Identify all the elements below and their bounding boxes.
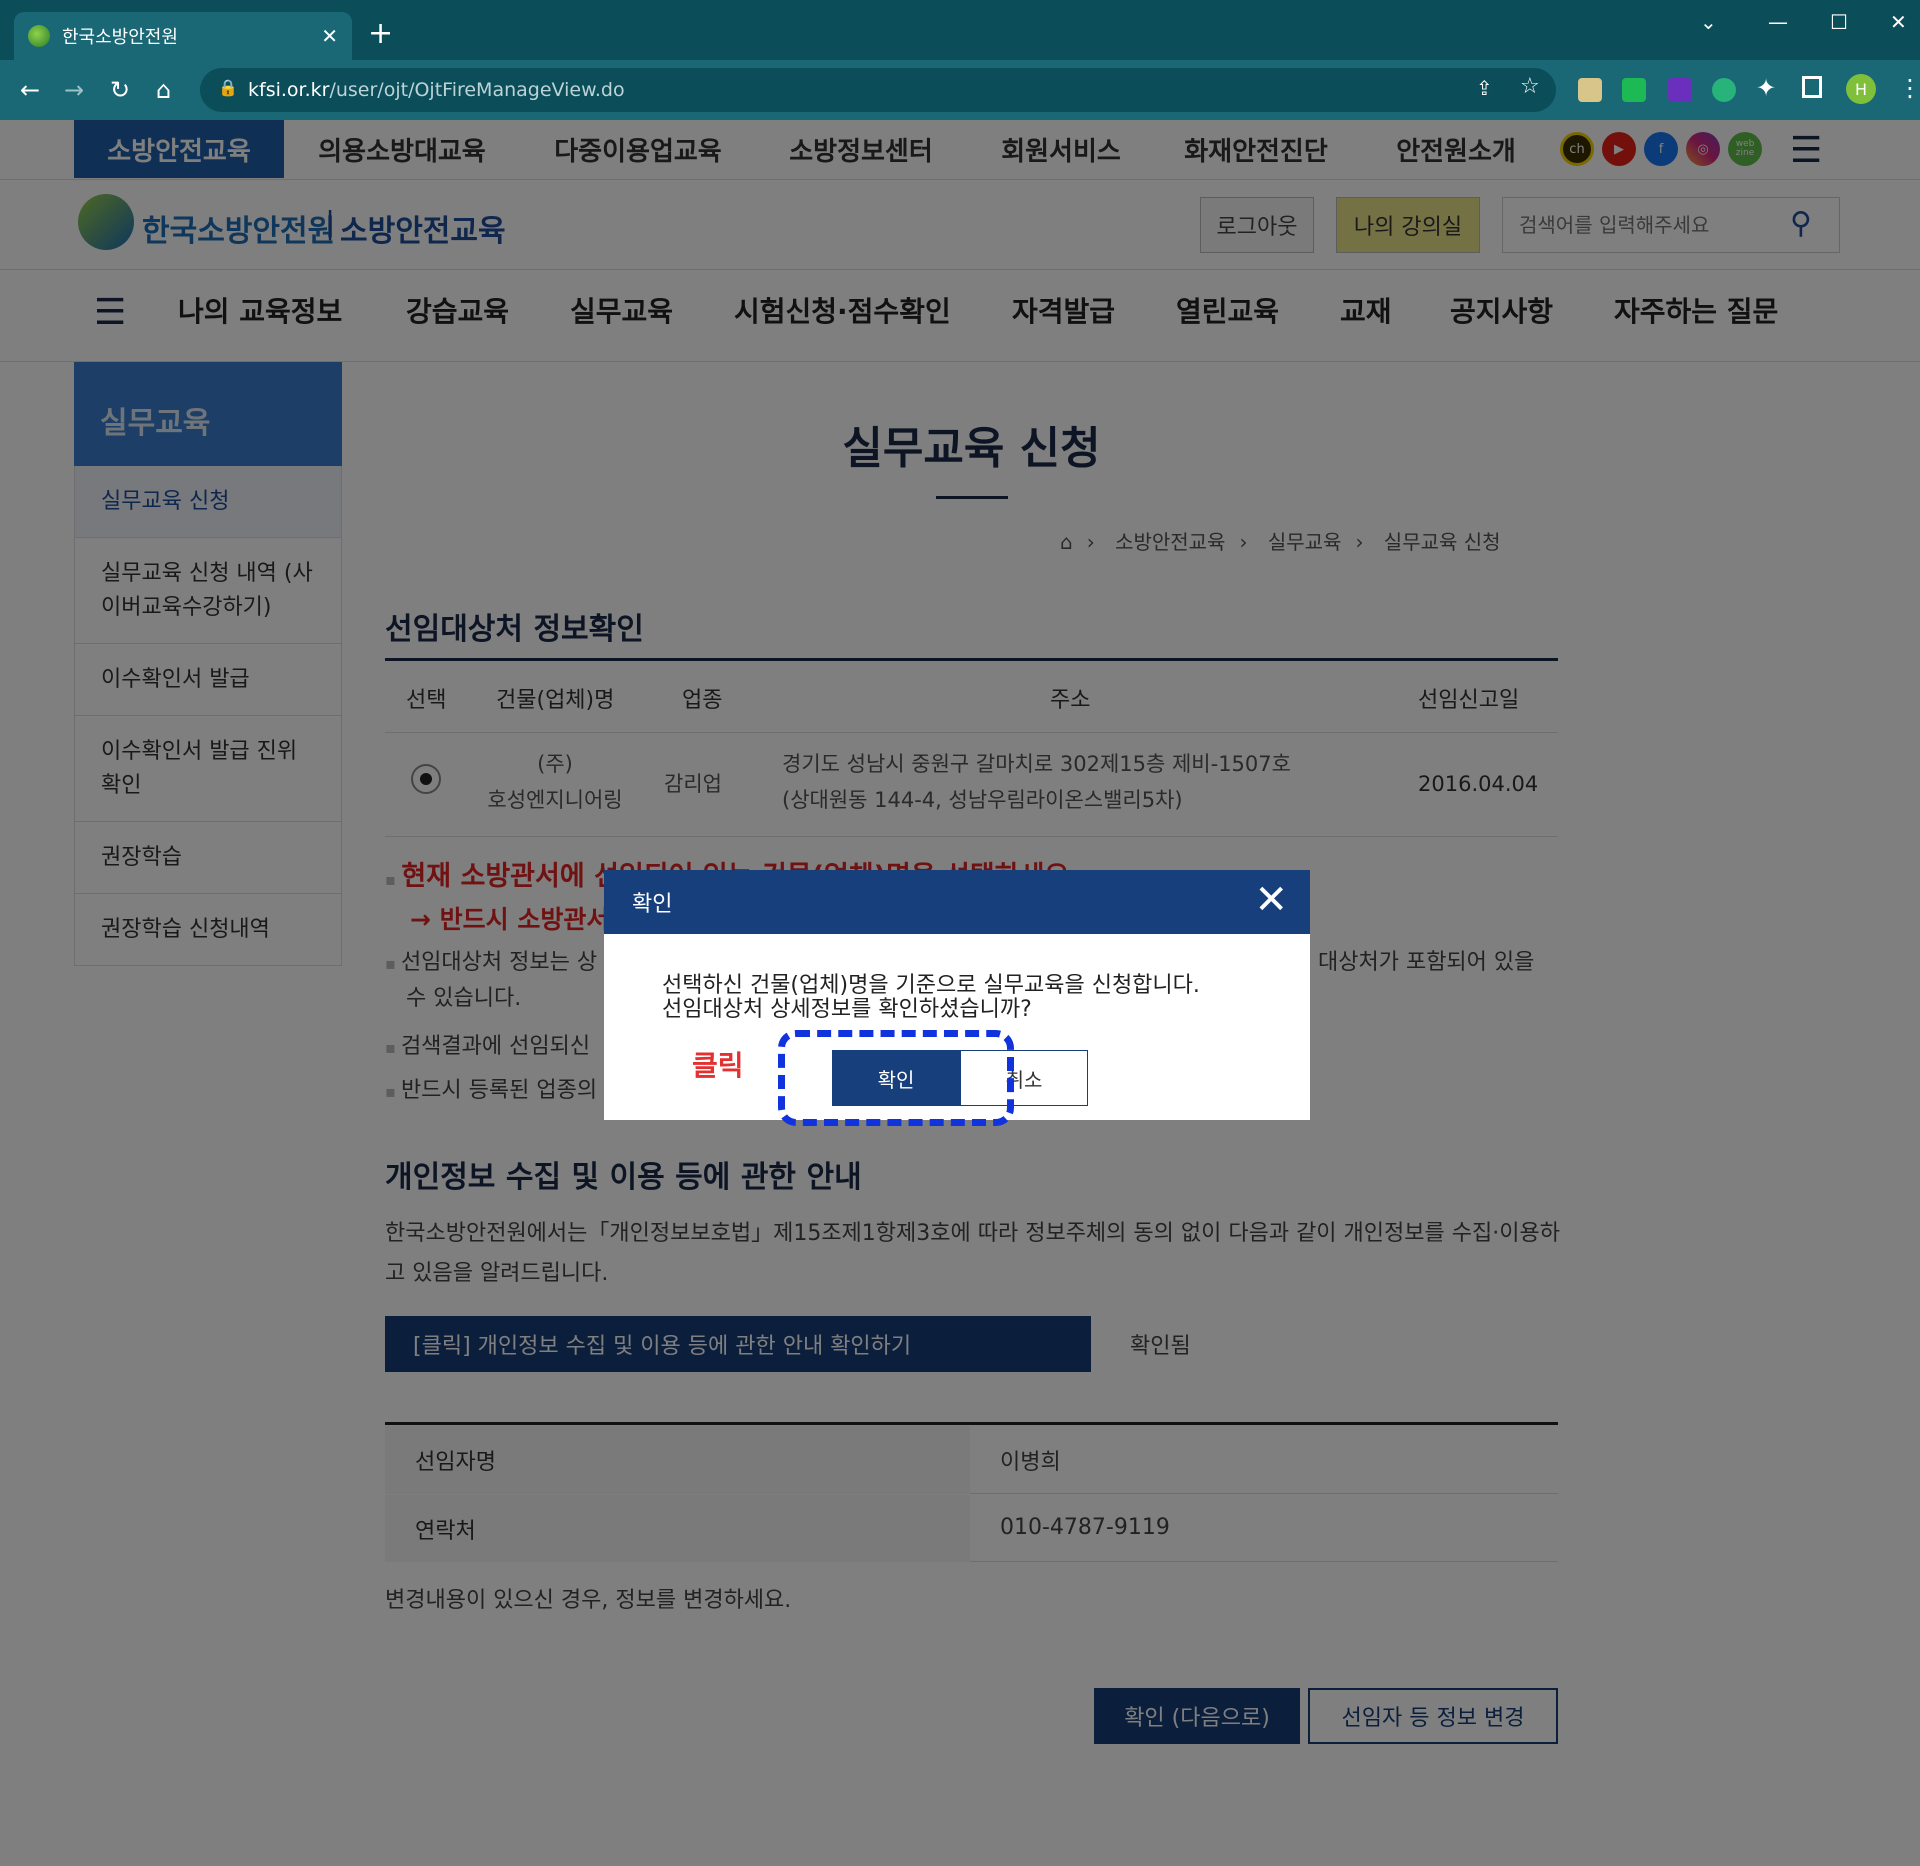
- click-hint-label: 클릭: [692, 1049, 744, 1082]
- forward-icon[interactable]: →: [64, 76, 84, 104]
- extension-green-icon[interactable]: [1622, 78, 1646, 102]
- close-tab-icon[interactable]: ✕: [321, 24, 338, 48]
- dialog-message-line2: 선임대상처 상세정보를 확인하셨습니까?: [662, 997, 1032, 1022]
- minimize-icon[interactable]: —: [1768, 10, 1788, 34]
- url-path: /user/ojt/OjtFireManageView.do: [329, 79, 625, 101]
- extensions-puzzle-icon[interactable]: ✦: [1756, 74, 1776, 102]
- extension-v-icon[interactable]: [1668, 78, 1692, 102]
- maximize-icon[interactable]: ☐: [1830, 10, 1848, 34]
- browser-tab[interactable]: 한국소방안전원 ✕: [14, 12, 352, 60]
- dialog-message: 선택하신 건물(업체)명을 기준으로 실무교육을 신청합니다. 선임대상처 상세…: [662, 974, 1282, 1022]
- dialog-title: 확인: [632, 892, 673, 917]
- bookmark-star-icon[interactable]: ☆: [1520, 74, 1540, 99]
- tab-search-chevron-icon[interactable]: ⌄: [1700, 10, 1717, 34]
- close-icon[interactable]: ✕: [1254, 880, 1288, 920]
- url-host: kfsi.or.kr: [248, 79, 330, 101]
- dialog-message-line1: 선택하신 건물(업체)명을 기준으로 실무교육을 신청합니다.: [662, 973, 1200, 998]
- browser-menu-icon[interactable]: ⋮: [1898, 74, 1920, 102]
- lock-icon: 🔒: [218, 78, 238, 97]
- back-icon[interactable]: ←: [20, 76, 40, 104]
- url-bar[interactable]: 🔒 kfsi.or.kr/user/ojt/OjtFireManageView.…: [200, 68, 1556, 112]
- tab-title: 한국소방안전원: [62, 27, 178, 48]
- reload-icon[interactable]: ↻: [110, 76, 130, 104]
- click-hint-highlight: [778, 1030, 1014, 1126]
- home-icon[interactable]: ⌂: [156, 76, 171, 104]
- extension-circle-icon[interactable]: [1712, 78, 1736, 102]
- extension-image-icon[interactable]: [1578, 78, 1602, 102]
- site-favicon-icon: [28, 25, 50, 47]
- share-icon[interactable]: ⇪: [1476, 76, 1493, 100]
- dialog-header: 확인 ✕: [604, 870, 1310, 934]
- new-tab-icon[interactable]: +: [368, 16, 393, 51]
- side-panel-icon[interactable]: [1802, 76, 1822, 98]
- close-window-icon[interactable]: ✕: [1890, 10, 1907, 34]
- profile-avatar[interactable]: H: [1846, 74, 1876, 104]
